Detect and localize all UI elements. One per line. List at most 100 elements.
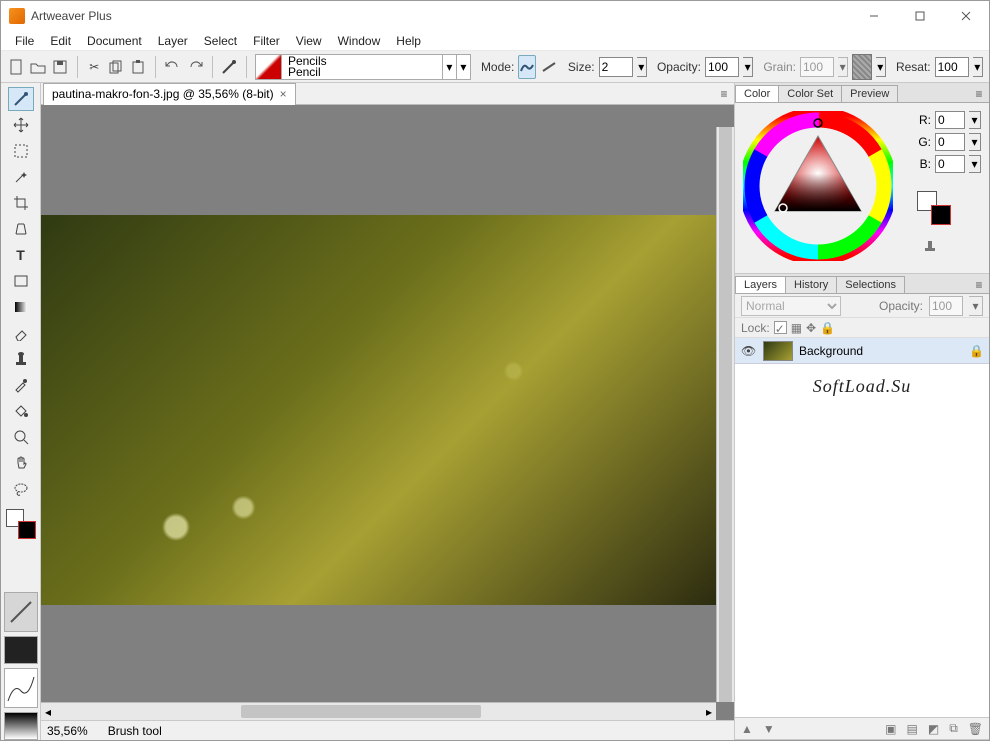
g-dropdown[interactable]: ▾ <box>969 133 981 151</box>
stamp-tool[interactable] <box>8 347 34 371</box>
opacity-input[interactable] <box>705 57 739 77</box>
r-input[interactable] <box>935 111 965 129</box>
tab-preview[interactable]: Preview <box>841 85 898 102</box>
brush-category-dropdown[interactable]: ▾ <box>442 55 456 79</box>
menu-view[interactable]: View <box>288 32 330 50</box>
b-dropdown[interactable]: ▾ <box>969 155 981 173</box>
new-layer-icon[interactable]: ▤ <box>907 722 918 736</box>
move-tool[interactable] <box>8 113 34 137</box>
marquee-tool[interactable] <box>8 139 34 163</box>
paper-texture-swatch[interactable] <box>852 54 871 80</box>
toolbox: T <box>1 83 41 740</box>
color-swatches[interactable] <box>6 509 36 539</box>
color-panel-menu-icon[interactable]: ≡ <box>971 86 987 102</box>
wand-tool[interactable] <box>8 165 34 189</box>
opacity-dropdown[interactable]: ▾ <box>743 57 753 77</box>
layer-down-icon[interactable]: ▼ <box>763 722 775 736</box>
gradient-tool[interactable] <box>8 295 34 319</box>
layer-up-icon[interactable]: ▲ <box>741 722 753 736</box>
brush-indicator-icon[interactable] <box>220 55 238 79</box>
paper-texture-dropdown[interactable]: ▾ <box>876 57 886 77</box>
eraser-tool[interactable] <box>8 321 34 345</box>
tab-color-set[interactable]: Color Set <box>778 85 842 102</box>
menu-select[interactable]: Select <box>196 32 245 50</box>
eyedropper-tool[interactable] <box>8 373 34 397</box>
shape-tool[interactable] <box>8 269 34 293</box>
document-tab-close-icon[interactable]: × <box>280 87 287 101</box>
lock-all-icon[interactable]: 🔒 <box>820 321 835 335</box>
brush-selector[interactable]: Pencils Pencil ▾ ▾ <box>255 54 471 80</box>
redo-button[interactable] <box>186 55 204 79</box>
brush-preview-3[interactable] <box>4 668 38 708</box>
mode-cover-button[interactable] <box>540 55 558 79</box>
tab-selections[interactable]: Selections <box>836 276 905 293</box>
brush-tool[interactable] <box>8 87 34 111</box>
background-color-swatch[interactable] <box>18 521 36 539</box>
g-input[interactable] <box>935 133 965 151</box>
resat-dropdown[interactable]: ▾ <box>973 57 983 77</box>
g-label: G: <box>917 135 931 149</box>
brush-preview-1[interactable] <box>4 592 38 632</box>
menu-filter[interactable]: Filter <box>245 32 288 50</box>
menu-help[interactable]: Help <box>388 32 429 50</box>
delete-layer-icon[interactable]: 🗑 <box>968 722 983 736</box>
vertical-scrollbar[interactable] <box>716 127 734 702</box>
b-input[interactable] <box>935 155 965 173</box>
save-file-button[interactable] <box>51 55 69 79</box>
new-group-icon[interactable]: ▣ <box>885 722 896 736</box>
menu-layer[interactable]: Layer <box>150 32 196 50</box>
brush-variant-dropdown[interactable]: ▾ <box>456 55 470 79</box>
crop-tool[interactable] <box>8 191 34 215</box>
r-dropdown[interactable]: ▾ <box>969 111 981 129</box>
panel-bg-swatch[interactable] <box>931 205 951 225</box>
brush-preview-4[interactable] <box>4 712 38 740</box>
layers-panel-menu-icon[interactable]: ≡ <box>971 277 987 293</box>
canvas-image[interactable] <box>41 215 716 605</box>
tab-layers[interactable]: Layers <box>735 276 786 293</box>
resat-input[interactable] <box>935 57 969 77</box>
minimize-button[interactable] <box>851 1 897 31</box>
panel-color-swatches[interactable] <box>917 191 951 225</box>
mode-buildup-button[interactable] <box>518 55 536 79</box>
copy-button[interactable] <box>107 55 125 79</box>
document-tab[interactable]: pautina-makro-fon-3.jpg @ 35,56% (8-bit)… <box>43 83 296 105</box>
cut-button[interactable]: ✂ <box>85 55 103 79</box>
stamp-color-icon[interactable] <box>917 233 943 257</box>
fill-tool[interactable] <box>8 399 34 423</box>
lock-pixels-icon[interactable]: ▦ <box>791 321 802 335</box>
color-panel: Color Color Set Preview ≡ <box>735 83 989 274</box>
color-wheel[interactable] <box>743 111 893 261</box>
document-tab-title: pautina-makro-fon-3.jpg @ 35,56% (8-bit) <box>52 87 274 101</box>
maximize-button[interactable] <box>897 1 943 31</box>
new-mask-icon[interactable]: ◩ <box>928 722 939 736</box>
text-tool[interactable]: T <box>8 243 34 267</box>
new-file-button[interactable] <box>7 55 25 79</box>
lasso-tool[interactable] <box>8 477 34 501</box>
app-icon <box>9 8 25 24</box>
tab-history[interactable]: History <box>785 276 837 293</box>
hand-tool[interactable] <box>8 451 34 475</box>
zoom-tool[interactable] <box>8 425 34 449</box>
layer-row[interactable]: 👁 Background 🔒 <box>735 338 989 364</box>
layer-visibility-icon[interactable]: 👁 <box>741 344 757 358</box>
menu-document[interactable]: Document <box>79 32 150 50</box>
document-tab-menu-icon[interactable]: ≡ <box>714 84 734 104</box>
lock-position-icon[interactable]: ✥ <box>806 321 816 335</box>
close-button[interactable] <box>943 1 989 31</box>
open-file-button[interactable] <box>29 55 47 79</box>
menu-file[interactable]: File <box>7 32 42 50</box>
menu-window[interactable]: Window <box>330 32 389 50</box>
paste-button[interactable] <box>129 55 147 79</box>
menu-edit[interactable]: Edit <box>42 32 79 50</box>
perspective-tool[interactable] <box>8 217 34 241</box>
size-dropdown[interactable]: ▾ <box>637 57 647 77</box>
undo-button[interactable] <box>164 55 182 79</box>
duplicate-layer-icon[interactable]: ⧉ <box>949 721 958 736</box>
size-input[interactable] <box>599 57 633 77</box>
brush-preview-2[interactable] <box>4 636 38 664</box>
horizontal-scrollbar[interactable]: ◂ ▸ <box>41 702 716 720</box>
lock-transparent-checkbox[interactable]: ✓ <box>774 321 787 334</box>
tab-color[interactable]: Color <box>735 85 779 102</box>
layer-thumbnail[interactable] <box>763 341 793 361</box>
watermark-text: SoftLoad.Su <box>735 364 989 409</box>
